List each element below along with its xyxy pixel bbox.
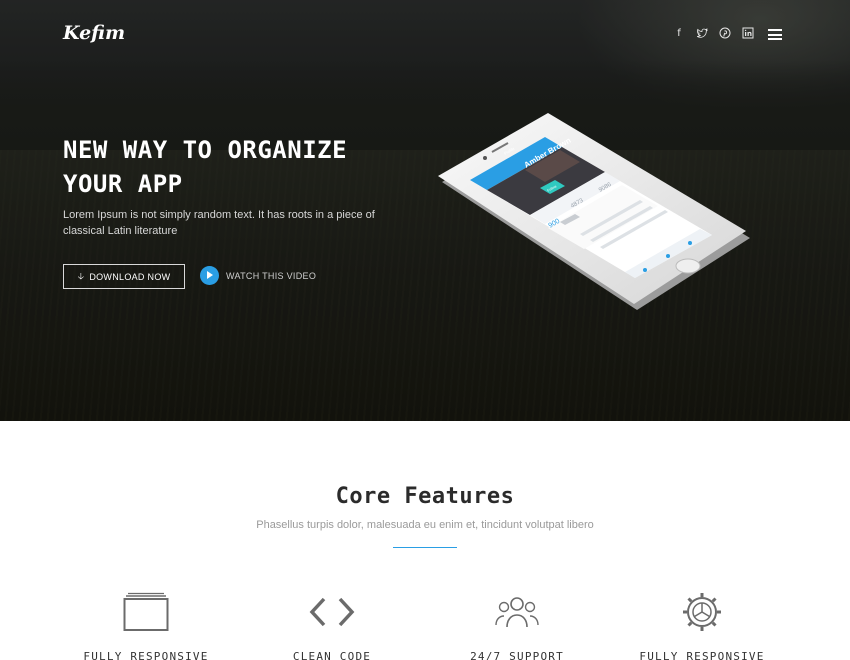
feature-label: FULLY RESPONSIVE bbox=[639, 650, 765, 660]
twitter-icon[interactable] bbox=[695, 27, 709, 41]
features-subtitle: Phasellus turpis dolor, malesuada eu eni… bbox=[256, 519, 594, 531]
gear-icon bbox=[617, 590, 787, 634]
download-now-label: DOWNLOAD NOW bbox=[89, 271, 171, 282]
download-now-button[interactable]: 🡣 DOWNLOAD NOW bbox=[63, 264, 185, 289]
hero-title: NEW WAY TO ORGANIZE YOUR APP bbox=[63, 133, 393, 201]
feature-clean-code: CLEAN CODE bbox=[247, 590, 417, 660]
social-links: f bbox=[672, 27, 755, 41]
hero-section: Kefim f NEW WAY TO ORGANIZE YOUR APP Lor… bbox=[0, 0, 850, 421]
feature-fully-responsive: FULLY RESPONSIVE bbox=[61, 590, 231, 660]
features-title: Core Features bbox=[335, 484, 515, 509]
window-icon bbox=[61, 590, 231, 634]
hero-title-line-2: YOUR APP bbox=[63, 170, 183, 198]
feature-label: FULLY RESPONSIVE bbox=[83, 650, 209, 660]
hero-title-line-1: NEW WAY TO ORGANIZE bbox=[63, 136, 348, 164]
feature-support: 24/7 SUPPORT bbox=[432, 590, 602, 660]
watch-video-label: WATCH THIS VIDEO bbox=[226, 270, 317, 281]
hero-subtitle: Lorem Ipsum is not simply random text. I… bbox=[63, 209, 375, 237]
feature-fully-responsive-2: FULLY RESPONSIVE bbox=[617, 590, 787, 660]
hamburger-menu-icon[interactable] bbox=[768, 29, 782, 40]
code-brackets-icon bbox=[247, 590, 417, 634]
feature-label: CLEAN CODE bbox=[292, 650, 372, 660]
people-icon bbox=[432, 590, 602, 634]
site-logo[interactable]: Kefim bbox=[63, 22, 125, 44]
pinterest-icon[interactable] bbox=[718, 27, 732, 41]
watch-video-link[interactable]: WATCH THIS VIDEO bbox=[200, 266, 316, 285]
facebook-icon[interactable]: f bbox=[672, 27, 686, 41]
play-icon[interactable] bbox=[200, 266, 219, 285]
linkedin-icon[interactable] bbox=[741, 27, 755, 41]
features-divider bbox=[393, 547, 457, 548]
download-arrow-icon: 🡣 bbox=[77, 270, 85, 281]
phone-mockup: Amber Brown Profile Follow 4873 9086 900 bbox=[430, 110, 760, 320]
feature-label: 24/7 SUPPORT bbox=[470, 650, 564, 660]
